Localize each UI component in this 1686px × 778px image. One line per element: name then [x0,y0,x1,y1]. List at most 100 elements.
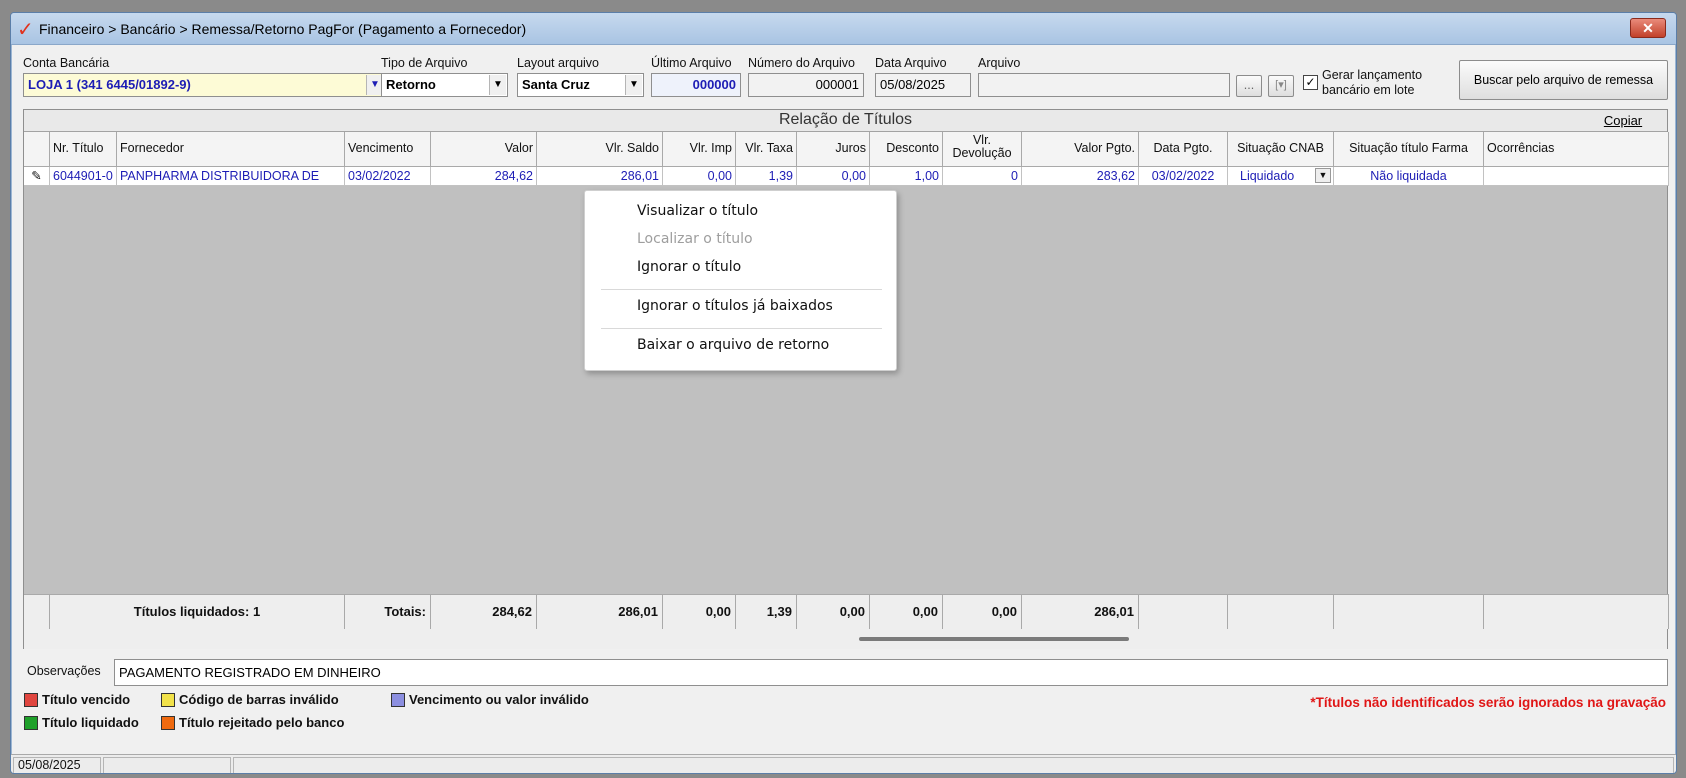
horizontal-scrollbar[interactable] [24,629,1667,649]
title-bar: ✓ Financeiro > Bancário > Remessa/Retorn… [11,13,1676,45]
status-date: 05/08/2025 [13,757,101,773]
col-vlr-saldo[interactable]: Vlr. Saldo [537,132,663,167]
menu-baixar-arquivo-retorno[interactable]: Baixar o arquivo de retorno [585,332,896,358]
col-desconto[interactable]: Desconto [870,132,943,167]
col-ocorrencias[interactable]: Ocorrências [1484,132,1669,167]
copy-button[interactable]: Copiar [1583,111,1663,130]
footer-vlr-imp: 0,00 [663,594,736,629]
menu-separator [601,328,882,329]
cell-juros[interactable]: 0,00 [797,167,870,186]
col-vencimento[interactable]: Vencimento [345,132,431,167]
col-situacao-cnab[interactable]: Situação CNAB [1228,132,1334,167]
legend-rejeitado-swatch [161,716,175,730]
footer-juros: 0,00 [797,594,870,629]
cell-situacao-cnab[interactable]: Liquidado ▼ [1228,167,1334,186]
menu-ignorar-titulos-baixados[interactable]: Ignorar o títulos já baixados [585,293,896,319]
ultimo-arquivo-label: Último Arquivo [651,56,732,70]
arquivo-field[interactable] [978,73,1230,97]
col-situacao-farma[interactable]: Situação título Farma [1334,132,1484,167]
col-nr-titulo[interactable]: Nr. Título [50,132,117,167]
legend-vencimento-label: Vencimento ou valor inválido [409,692,589,707]
ultimo-arquivo-field[interactable]: 000000 [651,73,741,97]
legend-rejeitado-label: Título rejeitado pelo banco [179,715,345,730]
col-valor[interactable]: Valor [431,132,537,167]
check-icon: ✓ [1305,75,1316,89]
tipo-arquivo-select[interactable]: Retorno ▼ [381,73,508,97]
col-valor-pgto[interactable]: Valor Pgto. [1022,132,1139,167]
footer-valor: 284,62 [431,594,537,629]
data-arquivo-field[interactable]: 05/08/2025 [875,73,971,97]
cell-vlr-saldo[interactable]: 286,01 [537,167,663,186]
menu-separator [601,289,882,290]
cell-valor[interactable]: 284,62 [431,167,537,186]
context-menu: Visualizar o título Localizar o título I… [584,190,897,371]
cell-nr-titulo[interactable]: 6044901-0 [50,167,117,186]
conta-bancaria-select[interactable]: LOJA 1 (341 6445/01892-9) ▼ [23,73,385,97]
grid-caption-bar: Relação de Títulos Copiar [24,110,1667,132]
view-file-button[interactable]: [▾] [1268,75,1294,97]
warning-text: *Títulos não identificados serão ignorad… [1310,695,1666,710]
footer-titulos-liquidados: Títulos liquidados: 1 [50,594,345,629]
conta-bancaria-label: Conta Bancária [23,56,110,70]
arquivo-label: Arquivo [978,56,1021,70]
buscar-remessa-button[interactable]: Buscar pelo arquivo de remessa [1459,60,1668,100]
footer-desconto: 0,00 [870,594,943,629]
layout-arquivo-select[interactable]: Santa Cruz ▼ [517,73,644,97]
cell-fornecedor[interactable]: PANPHARMA DISTRIBUIDORA DE [117,167,345,186]
situacao-cnab-value: Liquidado [1240,169,1295,183]
close-button[interactable]: ✕ [1630,18,1666,38]
legend-codigo-label: Código de barras inválido [179,692,339,707]
menu-visualizar-titulo[interactable]: Visualizar o título [585,198,896,224]
col-juros[interactable]: Juros [797,132,870,167]
cell-vlr-imp[interactable]: 0,00 [663,167,736,186]
footer-vlr-saldo: 286,01 [537,594,663,629]
legend-liquidado-label: Título liquidado [42,715,139,730]
col-vlr-taxa[interactable]: Vlr. Taxa [736,132,797,167]
col-vlr-imp[interactable]: Vlr. Imp [663,132,736,167]
cell-data-pgto[interactable]: 03/02/2022 [1139,167,1228,186]
data-arquivo-label: Data Arquivo [875,56,947,70]
cell-desconto[interactable]: 1,00 [870,167,943,186]
gerar-lancamento-checkbox[interactable]: ✓ [1303,75,1318,90]
col-data-pgto[interactable]: Data Pgto. [1139,132,1228,167]
col-vlr-devolucao-line2: Devolução [952,146,1012,160]
legend-vencido-swatch [24,693,38,707]
footer-empty-1 [1139,594,1228,629]
menu-localizar-titulo: Localizar o título [637,231,753,247]
browse-button[interactable]: ... [1236,75,1262,97]
footer-empty-4 [1484,594,1669,629]
chevron-down-icon[interactable]: ▼ [1315,168,1331,183]
numero-arquivo-field[interactable]: 000001 [748,73,864,97]
grid-caption: Relação de Títulos [778,111,913,128]
col-vlr-devolucao[interactable]: Vlr. Devolução [943,132,1022,167]
status-bar: 05/08/2025 [11,754,1676,773]
footer-indicator [24,594,50,629]
tipo-arquivo-value: Retorno [386,77,436,92]
col-fornecedor[interactable]: Fornecedor [117,132,345,167]
legend-codigo-swatch [161,693,175,707]
status-panel-2 [103,757,231,773]
status-panel-3 [233,757,1674,773]
legend-liquidado-swatch [24,716,38,730]
cell-vencimento[interactable]: 03/02/2022 [345,167,431,186]
cell-vlr-taxa[interactable]: 1,39 [736,167,797,186]
tipo-arquivo-label: Tipo de Arquivo [381,56,468,70]
footer-vlr-taxa: 1,39 [736,594,797,629]
cell-situacao-farma[interactable]: Não liquidada [1334,167,1484,186]
conta-bancaria-value: LOJA 1 (341 6445/01892-9) [28,77,191,92]
chevron-down-icon[interactable]: ▼ [489,75,506,95]
gerar-lancamento-label-1: Gerar lançamento [1322,68,1423,82]
chevron-down-icon[interactable]: ▼ [625,75,642,95]
observacoes-field[interactable]: PAGAMENTO REGISTRADO EM DINHEIRO [114,659,1668,686]
row-edit-icon: ✎ [24,167,50,186]
footer-valor-pgto: 286,01 [1022,594,1139,629]
footer-empty-2 [1228,594,1334,629]
footer-totais-label: Totais: [345,594,431,629]
scrollbar-thumb[interactable] [859,637,1129,641]
cell-valor-pgto[interactable]: 283,62 [1022,167,1139,186]
cell-vlr-devolucao[interactable]: 0 [943,167,1022,186]
gerar-lancamento-label-2: bancário em lote [1322,83,1415,97]
cell-ocorrencias[interactable] [1484,167,1669,186]
menu-ignorar-titulo[interactable]: Ignorar o título [585,254,896,280]
legend-vencido-label: Título vencido [42,692,131,707]
